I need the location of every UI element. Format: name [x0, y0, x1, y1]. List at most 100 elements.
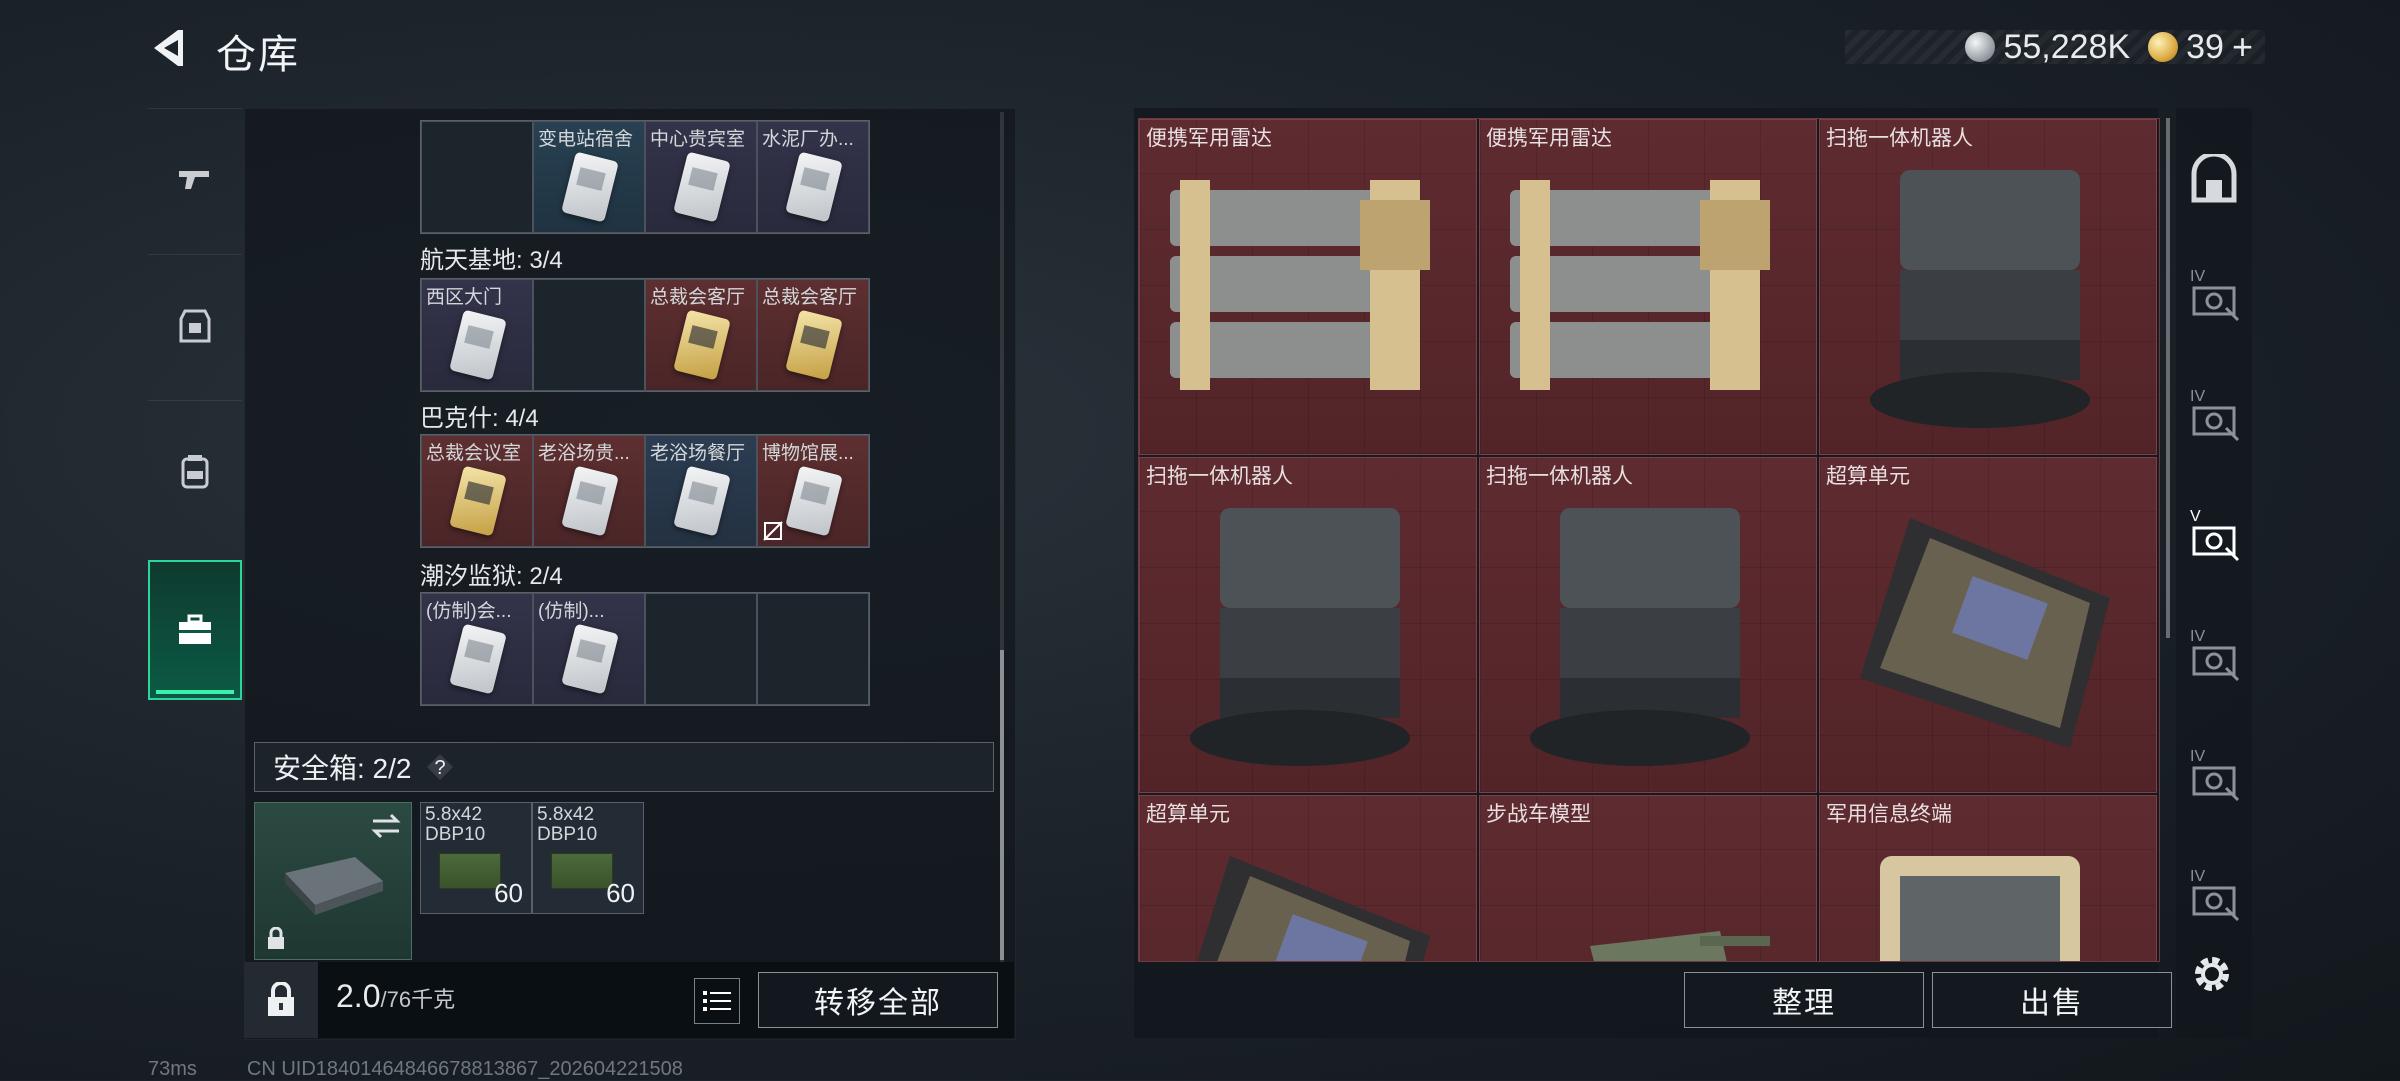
tier-label: IV	[2190, 268, 2206, 285]
ammo-box-icon	[439, 853, 501, 889]
keycard-slot[interactable]: 总裁会议室	[421, 435, 533, 547]
stash-page-tab[interactable]: IV	[2176, 378, 2252, 458]
help-icon[interactable]: ?	[425, 752, 455, 782]
ammo-count: 60	[606, 878, 635, 908]
keycard-slot[interactable]: (仿制)会...	[421, 593, 533, 705]
stash-item-robot[interactable]: 扫拖一体机器人	[1819, 119, 2157, 455]
stash-item-board[interactable]: 超算单元	[1139, 795, 1477, 961]
stash-item-label: 扫拖一体机器人	[1486, 465, 1633, 488]
inventory-scroll-thumb[interactable]	[1000, 650, 1004, 960]
gold-currency: 39 +	[2148, 26, 2253, 68]
keycard-slot[interactable]: 变电站宿舍	[533, 121, 645, 233]
padlock-icon	[268, 982, 294, 1016]
stash-page-tab[interactable]: IV	[2176, 258, 2252, 338]
tab-weapon[interactable]	[148, 108, 242, 249]
keycard-slot[interactable]: (仿制)...	[533, 593, 645, 705]
board-icon	[1860, 518, 2110, 748]
ammo-slot[interactable]: 5.8x42 DBP10 60	[420, 802, 532, 914]
ammo-box-icon	[551, 853, 613, 889]
tab-armor[interactable]	[148, 254, 242, 395]
swap-arrows-icon[interactable]	[369, 811, 403, 841]
keycard-icon	[785, 309, 843, 381]
stash-item-robot[interactable]: 扫拖一体机器人	[1479, 457, 1817, 793]
stash-item-label: 便携军用雷达	[1486, 127, 1612, 150]
keycard-label: 博物馆展...	[762, 443, 854, 464]
empty-key-slot[interactable]	[757, 593, 869, 705]
stash-page-tab[interactable]: V	[2176, 498, 2252, 578]
keycard-slot[interactable]: 老浴场餐厅	[645, 435, 757, 547]
stash-item-label: 便携军用雷达	[1146, 127, 1272, 150]
silver-amount: 55,228K	[2003, 27, 2131, 66]
keycard-slot[interactable]: 中心贵宾室	[645, 121, 757, 233]
stash-scrollbar[interactable]	[2166, 118, 2170, 638]
ammo-label: 5.8x42 DBP10	[537, 804, 598, 845]
list-view-button[interactable]	[694, 978, 740, 1024]
pistol-icon	[179, 171, 209, 189]
empty-key-slot[interactable]	[421, 121, 533, 233]
broken-card-icon	[763, 521, 783, 541]
gold-coin-icon	[2148, 32, 2179, 62]
sort-button[interactable]: 整理	[1684, 972, 1924, 1028]
armor-vest-icon	[179, 309, 211, 343]
empty-key-slot[interactable]	[645, 593, 757, 705]
stash-home-button[interactable]	[2176, 140, 2252, 220]
category-rail	[148, 108, 242, 708]
add-gold-button[interactable]: +	[2232, 26, 2253, 68]
tab-backpack[interactable]	[148, 400, 242, 541]
keycard-slot[interactable]: 老浴场贵...	[533, 435, 645, 547]
stash-item-label: 扫拖一体机器人	[1826, 127, 1973, 150]
stash-item-radar[interactable]: 便携军用雷达	[1139, 119, 1477, 455]
safebox-label: 安全箱: 2/2	[273, 753, 412, 784]
tier-label: V	[2190, 508, 2201, 525]
keycard-slot[interactable]: 总裁会客厅	[757, 279, 869, 391]
keycard-label: 总裁会客厅	[762, 287, 858, 308]
ammo-slot[interactable]: 5.8x42 DBP10 60	[532, 802, 644, 914]
keycard-slot[interactable]: 水泥厂办...	[757, 121, 869, 233]
keycard-slot[interactable]: 西区大门	[421, 279, 533, 391]
keycard-icon	[561, 465, 619, 537]
safe-case-item[interactable]	[254, 802, 412, 960]
keycard-slot[interactable]: 总裁会客厅	[645, 279, 757, 391]
stash-page-tab[interactable]: IV	[2176, 858, 2252, 938]
robot-icon	[1870, 170, 2090, 428]
key-section-heading: 巴克什: 4/4	[420, 405, 539, 432]
keycard-label: 老浴场贵...	[538, 443, 630, 464]
ammo-label: 5.8x42 DBP10	[425, 804, 486, 845]
stash-item-tank[interactable]: 步战车模型	[1479, 795, 1817, 961]
stash-page-tab[interactable]: IV	[2176, 738, 2252, 818]
stash-item-label: 步战车模型	[1486, 803, 1591, 826]
stash-item-terminal[interactable]: 军用信息终端	[1819, 795, 2157, 961]
stash-item-board[interactable]: 超算单元	[1819, 457, 2157, 793]
keycard-label: 变电站宿舍	[538, 129, 634, 150]
stash-item-label: 扫拖一体机器人	[1146, 465, 1293, 488]
keycard-icon	[673, 309, 731, 381]
weight-current: 2.0	[336, 978, 381, 1014]
stash-page-tab[interactable]: IV	[2176, 618, 2252, 698]
uid-readout: CN UID18401464846678813867_202604221508	[246, 1058, 683, 1080]
keycard-icon	[561, 623, 619, 695]
transfer-all-button[interactable]: 转移全部	[758, 972, 998, 1028]
settings-gear-icon[interactable]	[2188, 950, 2236, 998]
keycard-label: 老浴场餐厅	[650, 443, 746, 464]
silver-currency: 55,228K	[1965, 28, 2130, 67]
safe-case-icon	[285, 857, 383, 915]
sell-button[interactable]: 出售	[1932, 972, 2172, 1028]
board-icon	[1197, 856, 1430, 961]
empty-key-slot[interactable]	[533, 279, 645, 391]
stash-item-label: 超算单元	[1826, 465, 1910, 488]
lock-button[interactable]	[244, 962, 318, 1038]
svg-text:?: ?	[435, 757, 446, 779]
key-section-heading: 航天基地: 3/4	[420, 247, 563, 274]
keycard-label: 总裁会议室	[426, 443, 522, 464]
back-arrow-icon[interactable]	[148, 26, 192, 70]
weight-max: /76千克	[380, 987, 456, 1012]
stash-item-radar[interactable]: 便携军用雷达	[1479, 119, 1817, 455]
keycard-slot[interactable]: 博物馆展...	[757, 435, 869, 547]
keycard-label: 中心贵宾室	[650, 129, 746, 150]
stash-item-label: 超算单元	[1146, 803, 1230, 826]
stash-item-robot[interactable]: 扫拖一体机器人	[1139, 457, 1477, 793]
tab-keycase[interactable]	[148, 560, 242, 700]
robot-icon	[1190, 508, 1410, 766]
status-bar: 73ms CN UID18401464846678813867_20260422…	[148, 1058, 683, 1081]
keycard-label: 总裁会客厅	[650, 287, 746, 308]
